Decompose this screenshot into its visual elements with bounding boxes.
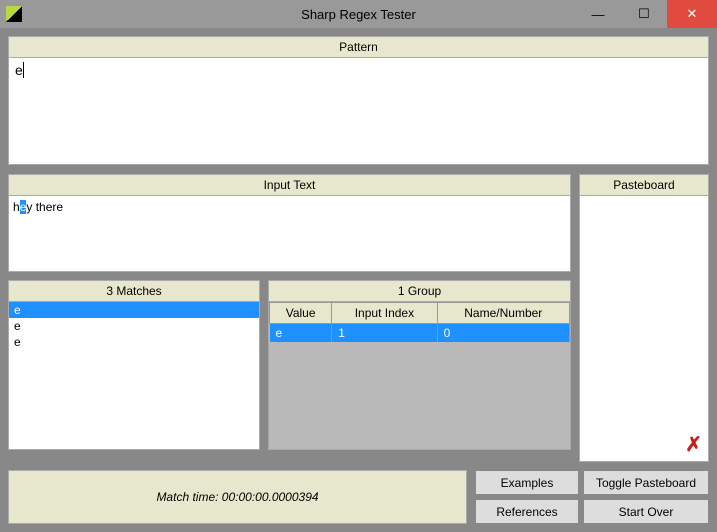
app-icon xyxy=(6,6,22,22)
pasteboard-panel: Pasteboard ✗ xyxy=(579,174,709,462)
status-text: Match time: 00:00:00.0000394 xyxy=(156,490,318,504)
window-controls: — ☐ ✕ xyxy=(575,0,717,28)
match-item[interactable]: e xyxy=(9,334,259,350)
cell-name: 0 xyxy=(437,324,569,343)
examples-button[interactable]: Examples xyxy=(475,470,579,495)
close-button[interactable]: ✕ xyxy=(667,0,717,28)
input-text-header: Input Text xyxy=(8,174,571,195)
pattern-value: e xyxy=(15,62,24,78)
match-item[interactable]: e xyxy=(9,318,259,334)
minimize-button[interactable]: — xyxy=(575,0,621,28)
clear-pasteboard-icon[interactable]: ✗ xyxy=(685,432,702,457)
cell-index: 1 xyxy=(332,324,437,343)
table-row[interactable]: e 1 0 xyxy=(270,324,570,343)
input-text-panel: Input Text hey there xyxy=(8,174,571,272)
groups-table-wrap: Value Input Index Name/Number e 1 0 xyxy=(268,301,571,450)
input-prefix: h xyxy=(13,200,20,214)
pasteboard-body[interactable]: ✗ xyxy=(579,195,709,462)
content: Pattern e Input Text hey there 3 Matches… xyxy=(0,28,717,532)
col-value[interactable]: Value xyxy=(270,303,332,324)
match-item[interactable]: e xyxy=(9,302,259,318)
pattern-header: Pattern xyxy=(8,36,709,57)
groups-panel: 1 Group Value Input Index Name/Number e … xyxy=(268,280,571,450)
matches-list[interactable]: e e e xyxy=(8,301,260,450)
status-bar: Match time: 00:00:00.0000394 xyxy=(8,470,467,524)
input-text-area[interactable]: hey there xyxy=(8,195,571,272)
input-suffix: y there xyxy=(26,200,63,214)
start-over-button[interactable]: Start Over xyxy=(583,499,709,524)
groups-header: 1 Group xyxy=(268,280,571,301)
col-input-index[interactable]: Input Index xyxy=(332,303,437,324)
matches-header: 3 Matches xyxy=(8,280,260,301)
table-header-row: Value Input Index Name/Number xyxy=(270,303,570,324)
titlebar: Sharp Regex Tester — ☐ ✕ xyxy=(0,0,717,28)
maximize-button[interactable]: ☐ xyxy=(621,0,667,28)
references-button[interactable]: References xyxy=(475,499,579,524)
groups-table[interactable]: Value Input Index Name/Number e 1 0 xyxy=(269,302,570,342)
toggle-pasteboard-button[interactable]: Toggle Pasteboard xyxy=(583,470,709,495)
button-grid: Examples Toggle Pasteboard References St… xyxy=(475,470,709,524)
pattern-input[interactable]: e xyxy=(8,57,709,165)
footer: Match time: 00:00:00.0000394 Examples To… xyxy=(8,470,709,524)
pattern-panel: Pattern e xyxy=(8,36,709,166)
col-name-number[interactable]: Name/Number xyxy=(437,303,569,324)
matches-panel: 3 Matches e e e xyxy=(8,280,260,450)
cell-value: e xyxy=(270,324,332,343)
pasteboard-header: Pasteboard xyxy=(579,174,709,195)
